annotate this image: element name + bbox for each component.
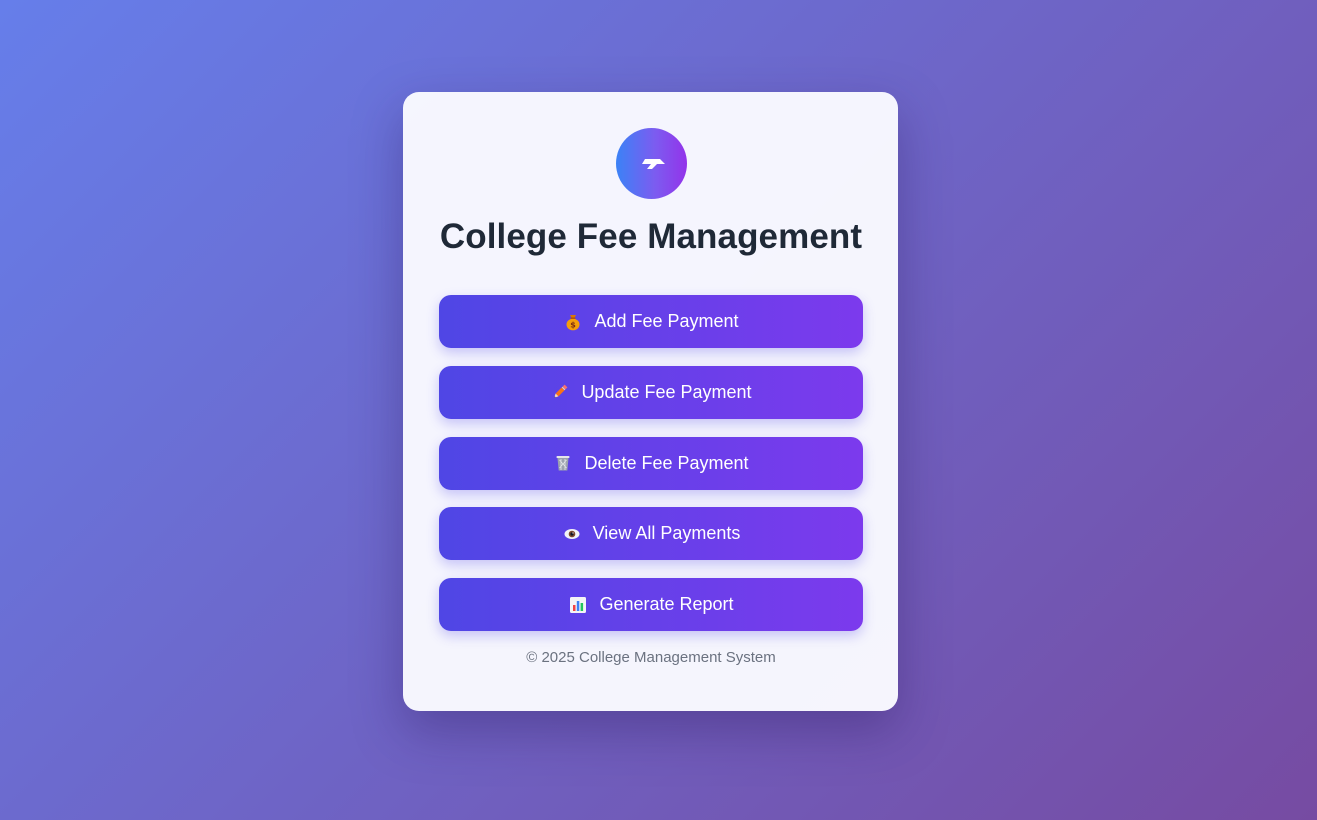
delete-fee-payment-button[interactable]: Delete Fee Payment	[439, 436, 863, 490]
view-all-payments-button[interactable]: View All Payments	[439, 507, 863, 561]
pencil-icon	[550, 382, 570, 402]
svg-text:$: $	[571, 320, 577, 329]
add-fee-payment-label: Add Fee Payment	[594, 311, 739, 331]
update-fee-payment-button[interactable]: Update Fee Payment	[439, 365, 863, 419]
main-card: College Fee Management $ Add Fee Payment	[403, 92, 898, 711]
update-fee-payment-label: Update Fee Payment	[581, 381, 752, 402]
footer-copyright: © 2025 College Management System	[526, 649, 776, 667]
graduation-cap-icon	[615, 128, 687, 199]
generate-report-button[interactable]: Generate Report	[439, 578, 863, 632]
bar-chart-icon	[568, 595, 588, 615]
money-bag-icon: $	[563, 312, 583, 332]
view-all-payments-label: View All Payments	[592, 523, 741, 544]
wastebasket-icon	[553, 453, 573, 473]
generate-report-label: Generate Report	[599, 594, 734, 615]
eye-icon	[562, 524, 582, 544]
page-title: College Fee Management	[439, 217, 863, 256]
delete-fee-payment-label: Delete Fee Payment	[584, 452, 749, 473]
action-list: $ Add Fee Payment Update Fee Payment Del…	[439, 295, 863, 632]
add-fee-payment-button[interactable]: $ Add Fee Payment	[439, 295, 863, 348]
